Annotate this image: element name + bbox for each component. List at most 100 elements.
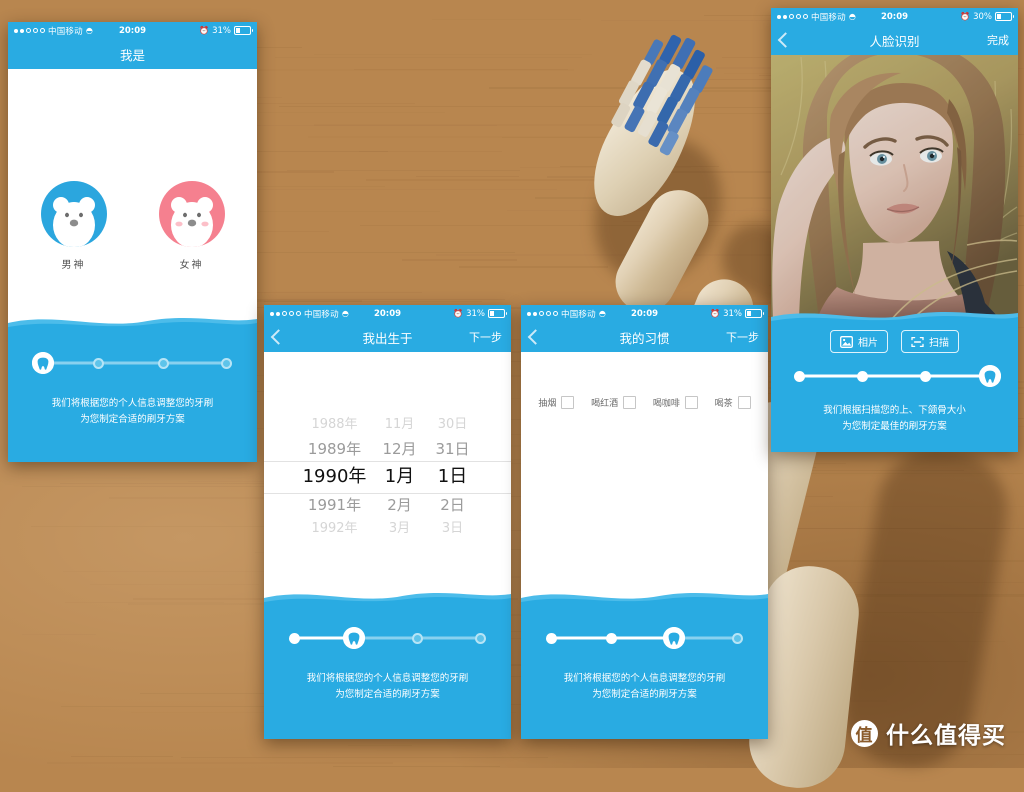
step-node-3[interactable]: [663, 627, 685, 649]
nav-bar: 我是: [8, 39, 257, 69]
phone-screen-face: 中国移动 ◓ 20:09 ⏰ 30% 人脸识别 完成: [771, 8, 1018, 452]
picker-row[interactable]: 11月: [385, 413, 415, 437]
step-node-2[interactable]: [343, 627, 365, 649]
wave-decoration: [771, 304, 1018, 326]
picker-row[interactable]: 30日: [438, 413, 468, 437]
wood-grain-line: [254, 231, 329, 232]
step-node-2[interactable]: [606, 633, 617, 644]
signal-dots: [527, 311, 558, 316]
picker-row[interactable]: 3日: [442, 517, 463, 541]
wood-grain-line: [314, 54, 592, 55]
photo-button[interactable]: 相片: [830, 330, 888, 353]
picker-row-selected[interactable]: 1月: [385, 461, 414, 493]
step-node-4[interactable]: [221, 358, 232, 369]
battery-percent: 31%: [723, 309, 742, 319]
page-title: 人脸识别: [869, 31, 919, 50]
picker-row[interactable]: 31日: [435, 437, 469, 461]
wifi-icon: ◓: [849, 12, 856, 21]
back-button[interactable]: [271, 329, 287, 345]
tooth-icon: [984, 370, 996, 383]
carrier-label: 中国移动: [304, 308, 339, 320]
date-picker[interactable]: 1988年 1989年 1990年 1991年 1992年 11月 12月 1月…: [264, 352, 511, 601]
step-node-1[interactable]: [289, 633, 300, 644]
habit-item-red-wine[interactable]: 喝红酒: [591, 396, 636, 409]
wood-grain-line: [31, 526, 267, 527]
habit-checkbox[interactable]: [623, 396, 636, 409]
habits-body: 抽烟 喝红酒 喝咖啡 喝茶: [521, 352, 768, 601]
carrier-label: 中国移动: [48, 25, 83, 37]
month-column[interactable]: 11月 12月 1月 2月 3月: [375, 413, 425, 541]
next-button[interactable]: 下一步: [726, 329, 759, 345]
wave-decoration: [8, 310, 257, 332]
scan-button[interactable]: 扫描: [901, 330, 959, 353]
male-label: 男神: [41, 256, 107, 271]
picker-row[interactable]: 12月: [382, 437, 416, 461]
wifi-icon: ◓: [599, 309, 606, 318]
footer-tip: 我们将根据您的个人信息调整您的牙刷 为您制定合适的刷牙方案: [521, 671, 768, 702]
scan-icon: [911, 336, 924, 348]
step-node-2[interactable]: [857, 371, 868, 382]
step-node-4[interactable]: [475, 633, 486, 644]
picker-row[interactable]: 1991年: [308, 493, 361, 517]
habit-checkbox[interactable]: [738, 396, 751, 409]
picker-row[interactable]: 2日: [440, 493, 465, 517]
habit-checkbox[interactable]: [561, 396, 574, 409]
picker-row[interactable]: 1992年: [311, 517, 357, 541]
back-button[interactable]: [528, 329, 544, 345]
step-node-2[interactable]: [93, 358, 104, 369]
picker-row[interactable]: 1988年: [311, 413, 357, 437]
picker-row-selected[interactable]: 1990年: [303, 461, 367, 493]
habit-item-smoking[interactable]: 抽烟: [538, 396, 574, 409]
day-column[interactable]: 30日 31日 1日 2日 3日: [425, 413, 481, 541]
year-column[interactable]: 1988年 1989年 1990年 1991年 1992年: [295, 413, 375, 541]
wood-grain-line: [333, 766, 501, 767]
wave-decoration: [264, 585, 511, 607]
footer-panel: 我们将根据您的个人信息调整您的牙刷 为您制定合适的刷牙方案: [8, 326, 257, 462]
portrait-photo: [771, 55, 1018, 320]
habit-item-coffee[interactable]: 喝咖啡: [653, 396, 698, 409]
wood-grain-line: [247, 189, 557, 190]
picker-row[interactable]: 2月: [387, 493, 412, 517]
habit-label: 喝茶: [715, 396, 733, 409]
gender-option-male[interactable]: 男神: [41, 181, 107, 271]
footer-panel: 相片 扫描: [771, 320, 1018, 452]
step-node-3[interactable]: [158, 358, 169, 369]
nav-bar: 我出生于 下一步: [264, 322, 511, 352]
gender-option-female[interactable]: 女神: [159, 181, 225, 271]
step-node-3[interactable]: [412, 633, 423, 644]
bear-icon: [41, 181, 107, 247]
step-node-1[interactable]: [794, 371, 805, 382]
step-node-1[interactable]: [32, 352, 54, 374]
nav-bar: 我的习惯 下一步: [521, 322, 768, 352]
tooth-icon: [348, 632, 360, 645]
wood-grain-line: [140, 693, 283, 694]
wood-grain-line: [354, 69, 568, 70]
phone-screen-birthday: 中国移动 ◓ 20:09 ⏰ 31% 我出生于 下一步 1988年 1989年: [264, 305, 511, 739]
step-node-4[interactable]: [732, 633, 743, 644]
picker-row[interactable]: 1989年: [308, 437, 361, 461]
wood-grain-line: [432, 19, 580, 20]
next-button[interactable]: 下一步: [469, 329, 502, 345]
picker-row-selected[interactable]: 1日: [438, 461, 467, 493]
tip-line-2: 为您制定合适的刷牙方案: [521, 687, 768, 703]
birthday-picker-body[interactable]: 1988年 1989年 1990年 1991年 1992年 11月 12月 1月…: [264, 352, 511, 601]
back-button[interactable]: [778, 32, 794, 48]
done-button[interactable]: 完成: [987, 32, 1009, 48]
tip-line-2: 为您制定合适的刷牙方案: [264, 687, 511, 703]
wood-grain-line: [181, 757, 548, 758]
photo-button-label: 相片: [858, 334, 878, 349]
carrier-label: 中国移动: [561, 308, 596, 320]
footer-tip: 我们将根据您的个人信息调整您的牙刷 为您制定合适的刷牙方案: [8, 396, 257, 427]
step-node-4[interactable]: [979, 365, 1001, 387]
picker-row[interactable]: 3月: [389, 517, 410, 541]
habit-checkbox[interactable]: [685, 396, 698, 409]
step-node-3[interactable]: [920, 371, 931, 382]
wifi-icon: ◓: [86, 26, 93, 35]
battery-icon: [995, 12, 1012, 21]
step-node-1[interactable]: [546, 633, 557, 644]
watermark-text: 什么值得买: [886, 716, 1006, 750]
habit-item-tea[interactable]: 喝茶: [715, 396, 751, 409]
battery-icon: [234, 26, 251, 35]
alarm-icon: ⏰: [453, 309, 463, 318]
tip-line-1: 我们将根据您的个人信息调整您的牙刷: [264, 671, 511, 687]
